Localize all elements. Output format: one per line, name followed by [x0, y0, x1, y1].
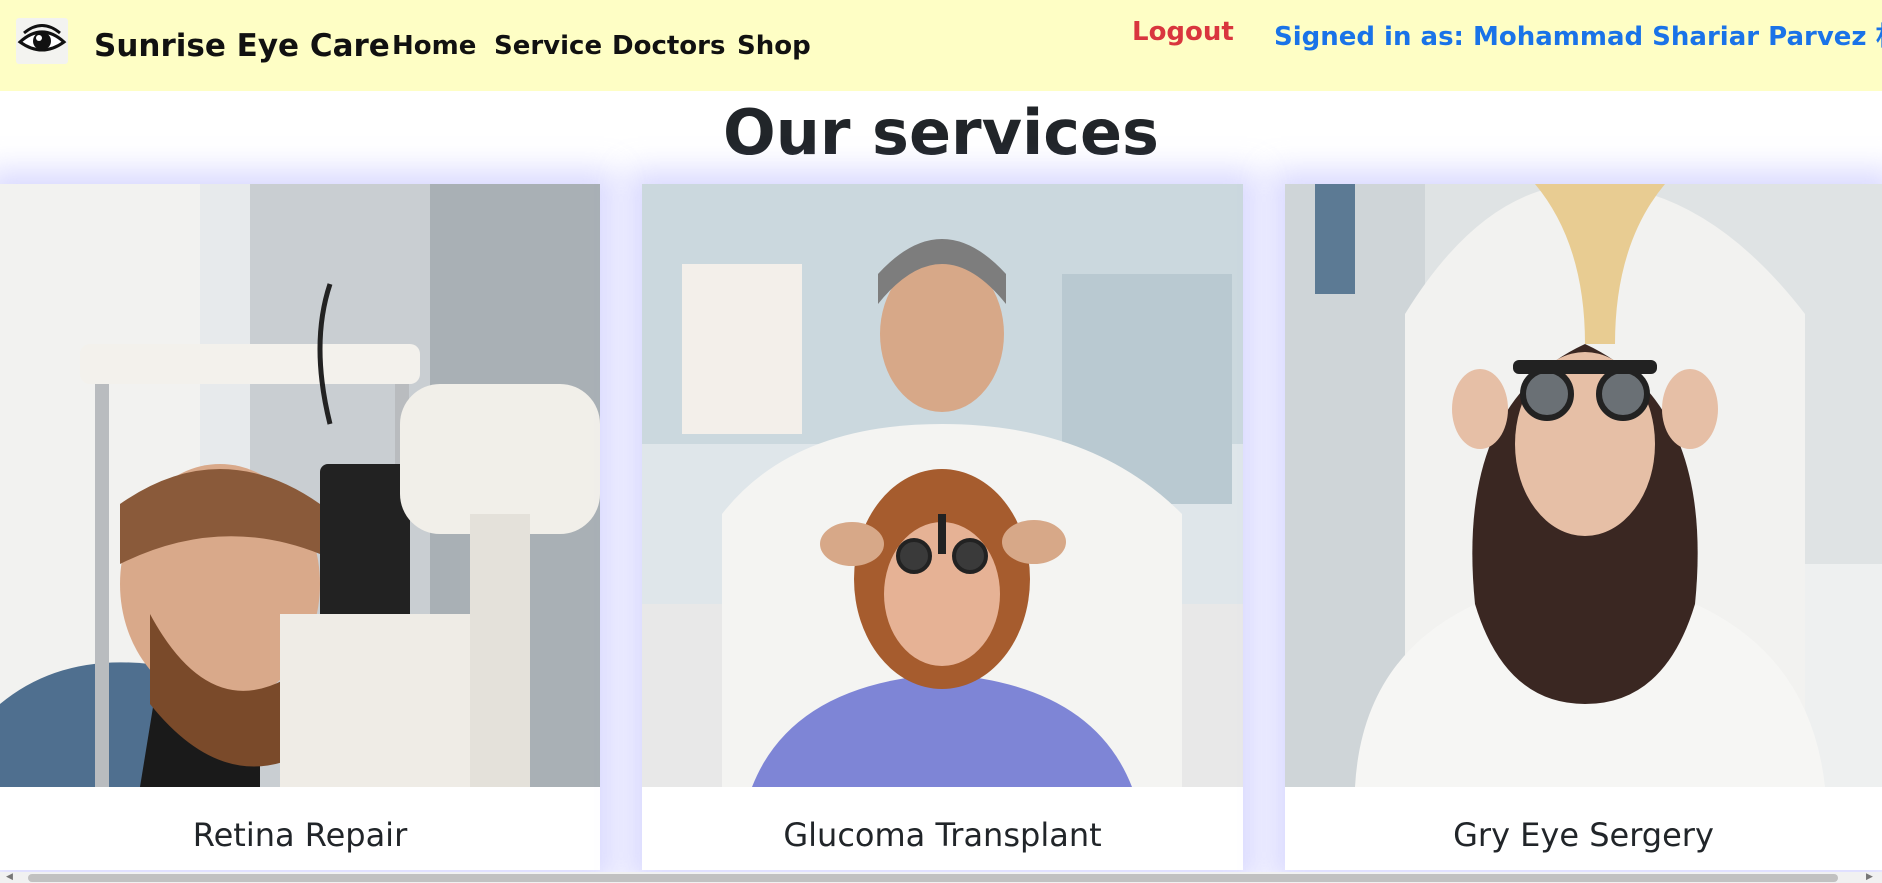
card-title: Glucoma Transplant — [783, 816, 1102, 854]
scroll-right-icon[interactable]: ▶ — [1866, 873, 1873, 882]
woman-trial-lens-photo — [1285, 184, 1882, 787]
signed-in-user: Signed in as: Mohammad Shariar Parvez 朴维 — [1274, 22, 1882, 52]
nav-link-service[interactable]: Service — [494, 31, 602, 61]
eye-icon[interactable] — [16, 18, 68, 64]
logout-button[interactable]: Logout — [1132, 17, 1234, 47]
page-title: Our services — [723, 96, 1159, 169]
service-card-glucoma-transplant[interactable]: Glucoma Transplant — [642, 184, 1243, 870]
card-title: Gry Eye Sergery — [1453, 816, 1714, 854]
brand-name[interactable]: Sunrise Eye Care — [94, 28, 390, 64]
doctor-fitting-trial-frame-photo — [642, 184, 1243, 787]
nav-link-shop[interactable]: Shop — [737, 31, 811, 61]
navbar: Sunrise Eye Care Home Service Doctors Sh… — [0, 0, 1882, 91]
man-at-slit-lamp-photo — [0, 184, 600, 787]
service-card-gry-eye-sergery[interactable]: Gry Eye Sergery — [1285, 184, 1882, 870]
card-title: Retina Repair — [192, 816, 408, 854]
scrollbar-thumb[interactable] — [28, 874, 1838, 882]
nav-link-doctors[interactable]: Doctors — [612, 31, 725, 61]
horizontal-scrollbar[interactable]: ◀ ▶ — [0, 872, 1882, 883]
service-card-retina-repair[interactable]: Retina Repair — [0, 184, 600, 870]
scroll-left-icon[interactable]: ◀ — [6, 873, 13, 882]
nav-link-home[interactable]: Home — [392, 31, 476, 61]
